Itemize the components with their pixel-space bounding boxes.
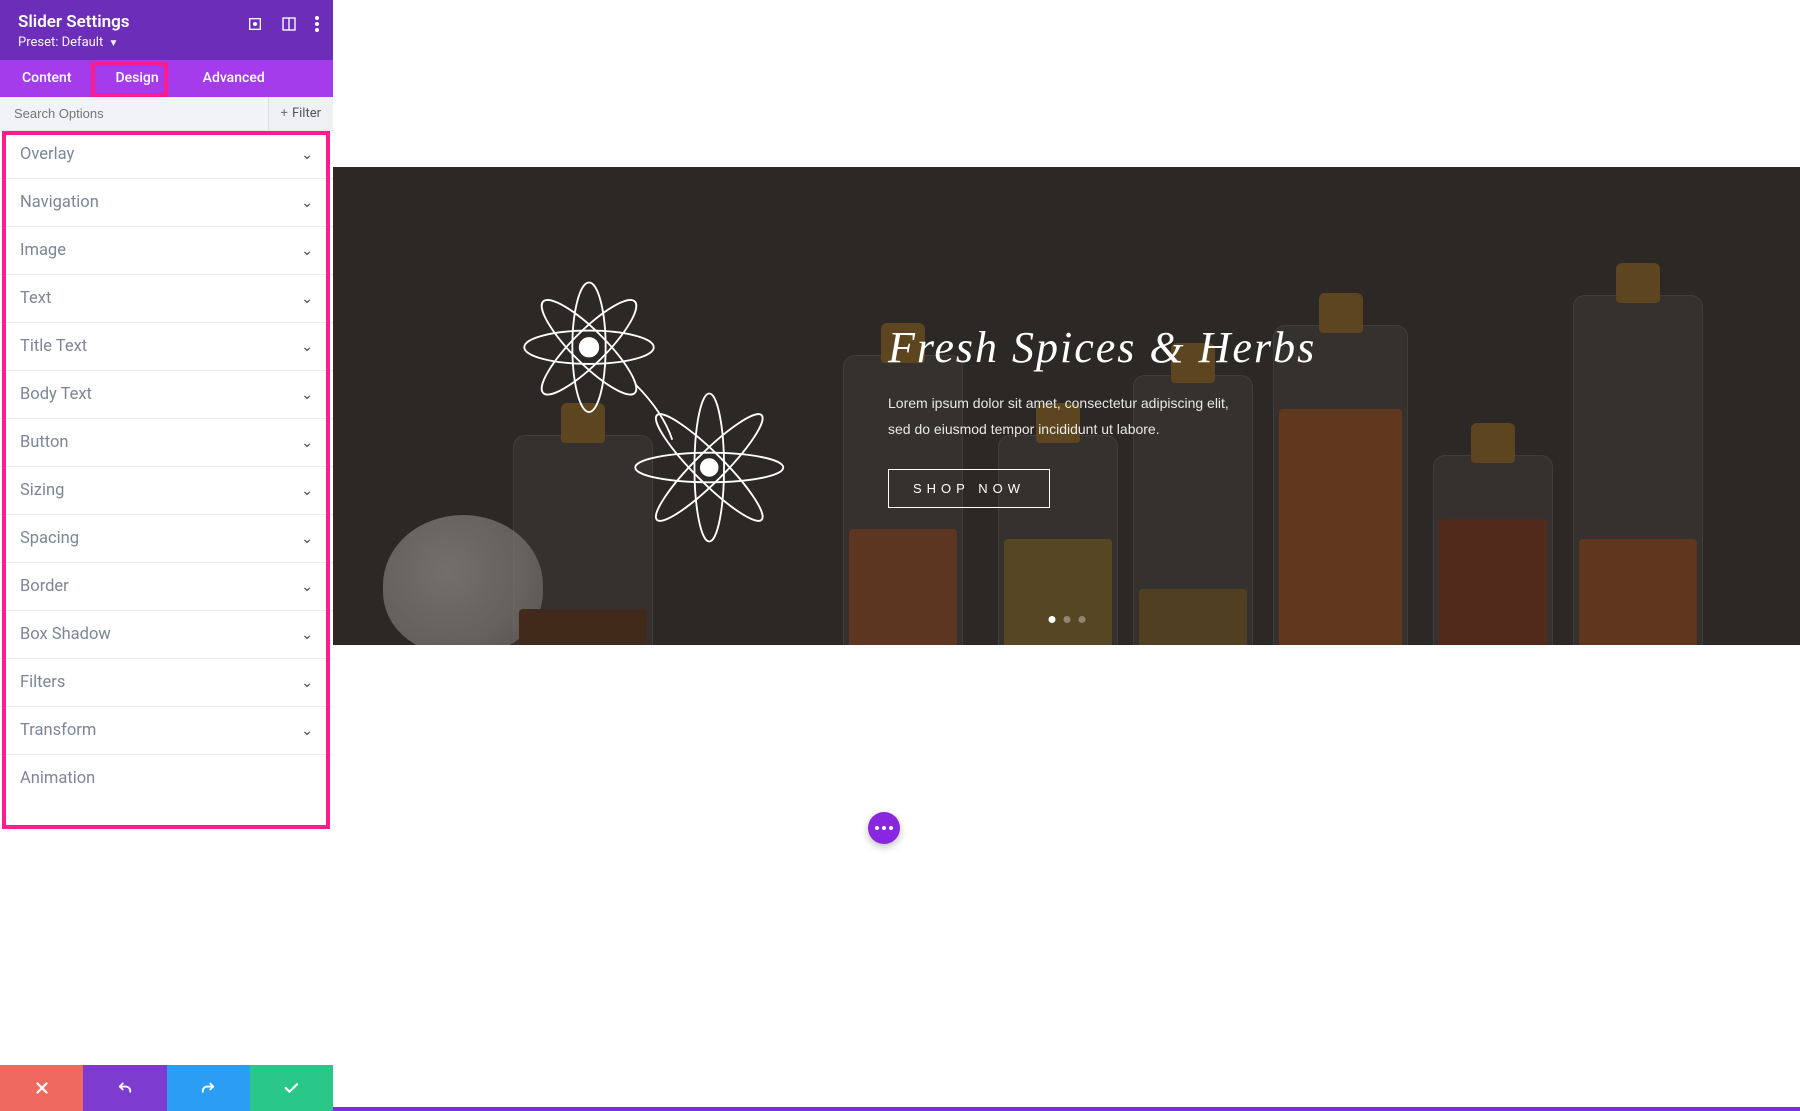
filter-button[interactable]: + Filter — [268, 97, 333, 130]
slider-dot[interactable] — [1079, 616, 1086, 623]
save-button[interactable] — [250, 1065, 333, 1111]
layout-icon[interactable] — [281, 16, 297, 32]
section-border[interactable]: Border⌄ — [0, 563, 333, 611]
chevron-down-icon: ⌄ — [301, 531, 313, 547]
action-bar — [0, 1065, 333, 1111]
section-animation[interactable]: Animation⌄ — [0, 755, 333, 802]
chevron-down-icon: ⌄ — [301, 387, 313, 403]
redo-button[interactable] — [167, 1065, 250, 1111]
chevron-down-icon: ⌄ — [301, 147, 313, 163]
shop-now-button[interactable]: SHOP NOW — [888, 469, 1050, 508]
responsive-icon[interactable] — [247, 16, 263, 32]
add-module-fab[interactable] — [868, 812, 900, 844]
flower-illustration — [473, 227, 853, 597]
slider-dot[interactable] — [1049, 616, 1056, 623]
close-button[interactable] — [0, 1065, 83, 1111]
section-filters[interactable]: Filters⌄ — [0, 659, 333, 707]
chevron-down-icon: ⌄ — [301, 579, 313, 595]
page-preview: Fresh Spices & Herbs Lorem ipsum dolor s… — [333, 0, 1800, 1111]
chevron-down-icon: ⌄ — [301, 483, 313, 499]
preset-selector[interactable]: Preset: Default ▼ — [18, 35, 315, 50]
hero-slider: Fresh Spices & Herbs Lorem ipsum dolor s… — [333, 167, 1800, 645]
chevron-down-icon: ⌄ — [301, 243, 313, 259]
section-overlay[interactable]: Overlay⌄ — [0, 131, 333, 179]
chevron-down-icon: ⌄ — [301, 195, 313, 211]
tab-design[interactable]: Design — [94, 60, 181, 97]
hero-content: Fresh Spices & Herbs Lorem ipsum dolor s… — [888, 322, 1448, 508]
hero-body: Lorem ipsum dolor sit amet, consectetur … — [888, 391, 1308, 443]
settings-sidebar: Slider Settings Preset: Default ▼ Conten… — [0, 0, 333, 862]
tab-advanced[interactable]: Advanced — [181, 60, 287, 97]
section-box-shadow[interactable]: Box Shadow⌄ — [0, 611, 333, 659]
chevron-down-icon: ⌄ — [301, 435, 313, 451]
design-sections-list: Overlay⌄ Navigation⌄ Image⌄ Text⌄ Title … — [0, 131, 333, 862]
section-body-text[interactable]: Body Text⌄ — [0, 371, 333, 419]
section-sizing[interactable]: Sizing⌄ — [0, 467, 333, 515]
bottom-accent — [333, 1107, 1800, 1111]
section-button[interactable]: Button⌄ — [0, 419, 333, 467]
section-spacing[interactable]: Spacing⌄ — [0, 515, 333, 563]
chevron-down-icon: ⌄ — [301, 339, 313, 355]
slider-dot[interactable] — [1064, 616, 1071, 623]
settings-tabs: Content Design Advanced — [0, 60, 333, 97]
search-bar: + Filter — [0, 97, 333, 131]
sidebar-header: Slider Settings Preset: Default ▼ — [0, 0, 333, 60]
slider-dots — [1049, 616, 1086, 623]
search-input[interactable] — [0, 97, 268, 130]
chevron-down-icon: ⌄ — [301, 627, 313, 643]
section-title-text[interactable]: Title Text⌄ — [0, 323, 333, 371]
chevron-down-icon: ⌄ — [301, 675, 313, 691]
plus-icon: + — [281, 106, 288, 121]
undo-button[interactable] — [83, 1065, 166, 1111]
chevron-down-icon: ⌄ — [301, 291, 313, 307]
tab-content[interactable]: Content — [0, 60, 94, 97]
section-text[interactable]: Text⌄ — [0, 275, 333, 323]
section-transform[interactable]: Transform⌄ — [0, 707, 333, 755]
more-icon[interactable] — [315, 16, 319, 32]
hero-title: Fresh Spices & Herbs — [888, 322, 1448, 373]
section-navigation[interactable]: Navigation⌄ — [0, 179, 333, 227]
chevron-down-icon: ⌄ — [301, 723, 313, 739]
chevron-down-icon: ▼ — [108, 38, 118, 49]
section-image[interactable]: Image⌄ — [0, 227, 333, 275]
